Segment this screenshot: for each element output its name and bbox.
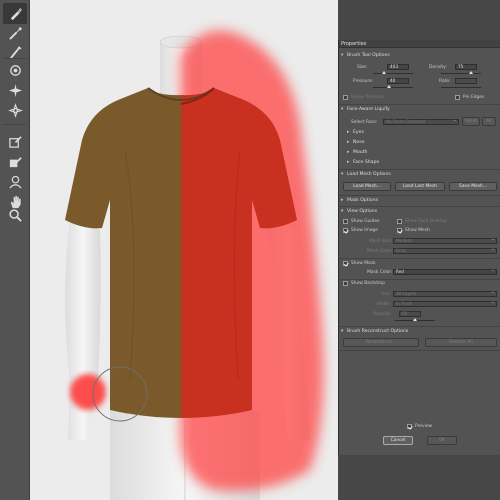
select-face-dropdown[interactable]: No Faces Detected bbox=[383, 118, 459, 125]
face-shape-item[interactable]: ▸ Face Shape bbox=[347, 159, 379, 166]
preview-checkbox[interactable] bbox=[407, 424, 412, 429]
pressure-label: Pressure: bbox=[353, 79, 374, 84]
mask-color-select[interactable]: Red bbox=[393, 268, 497, 275]
tshirt-on-mannequin-image bbox=[65, 30, 324, 500]
show-mask-label: Show Mask bbox=[351, 261, 376, 266]
push-left-icon bbox=[8, 136, 22, 148]
size-label: Size: bbox=[357, 65, 368, 70]
show-mesh-checkbox[interactable] bbox=[397, 228, 402, 233]
density-field[interactable]: 75 bbox=[455, 64, 477, 70]
stylus-pressure-label: Stylus Pressure bbox=[351, 95, 385, 100]
reset-face-button[interactable]: Reset bbox=[462, 117, 480, 126]
panel-bottom-area bbox=[338, 455, 500, 500]
size-slider[interactable] bbox=[373, 73, 413, 74]
thaw-mask-tool[interactable] bbox=[3, 171, 27, 192]
twirl-tool[interactable] bbox=[3, 60, 27, 81]
pressure-field[interactable]: 40 bbox=[387, 78, 409, 84]
section-face-aware-liquify[interactable]: ▾ Face-Aware Liquify bbox=[341, 106, 390, 113]
load-mesh-button[interactable]: Load Mesh... bbox=[343, 182, 391, 191]
load-last-mesh-button[interactable]: Load Last Mesh bbox=[395, 182, 445, 191]
density-slider-thumb[interactable] bbox=[469, 71, 473, 74]
mesh-size-label: Mesh Size: bbox=[369, 239, 393, 244]
liquify-toolbar bbox=[0, 0, 30, 500]
twirl-icon bbox=[9, 65, 21, 76]
liquify-preview-canvas[interactable] bbox=[30, 0, 338, 500]
rate-field[interactable] bbox=[455, 78, 477, 84]
density-label: Density: bbox=[429, 65, 447, 70]
panel-gutter bbox=[338, 0, 500, 40]
select-face-label: Select Face: bbox=[351, 120, 378, 125]
show-face-overlay-checkbox[interactable] bbox=[397, 219, 402, 224]
section-load-mesh-options[interactable]: ▾ Load Mesh Options bbox=[341, 171, 391, 178]
rate-slider[interactable] bbox=[441, 87, 481, 88]
size-field[interactable]: 403 bbox=[387, 64, 409, 70]
ok-button[interactable]: OK bbox=[427, 436, 457, 445]
zoom-icon bbox=[8, 209, 22, 222]
show-guides-label: Show Guides bbox=[351, 219, 380, 224]
face-nose-item[interactable]: ▸ Nose bbox=[347, 139, 364, 146]
forward-warp-icon bbox=[10, 7, 22, 21]
pressure-slider[interactable] bbox=[373, 87, 413, 88]
pin-edges-checkbox[interactable] bbox=[455, 95, 460, 100]
section-brush-reconstruct-options[interactable]: ▾ Brush Reconstruct Options bbox=[341, 328, 408, 335]
properties-panel: Properties ▾ Brush Tool Options Size: 403… bbox=[338, 40, 500, 455]
mask-color-label: Mask Color: bbox=[367, 270, 393, 275]
mesh-color-select[interactable]: Gray bbox=[393, 247, 497, 254]
section-brush-tool-options[interactable]: ▾ Brush Tool Options bbox=[341, 52, 390, 59]
show-image-label: Show Image bbox=[351, 228, 378, 233]
cancel-button[interactable]: Cancel bbox=[383, 436, 413, 445]
show-backdrop-checkbox[interactable] bbox=[343, 281, 348, 286]
show-face-overlay-label: Show Face Overlay bbox=[405, 219, 447, 224]
opacity-field[interactable]: 50 bbox=[399, 311, 421, 317]
pucker-icon bbox=[8, 83, 22, 98]
show-guides-checkbox[interactable] bbox=[343, 219, 348, 224]
save-mesh-button[interactable]: Save Mesh... bbox=[449, 182, 497, 191]
all-face-button[interactable]: All bbox=[482, 117, 496, 126]
pin-edges-label: Pin Edges bbox=[463, 95, 485, 100]
density-slider[interactable] bbox=[441, 73, 481, 74]
pucker-tool[interactable] bbox=[3, 80, 27, 101]
reconstruct-icon bbox=[8, 27, 22, 40]
face-mouth-item[interactable]: ▸ Mouth bbox=[347, 149, 367, 156]
mode-select[interactable]: In Front bbox=[393, 300, 497, 307]
push-left-tool[interactable] bbox=[3, 131, 27, 152]
freeze-mask-tool[interactable] bbox=[3, 151, 27, 172]
show-backdrop-label: Show Backdrop bbox=[351, 281, 385, 286]
show-mesh-label: Show Mesh bbox=[405, 228, 430, 233]
mesh-size-select[interactable]: Medium bbox=[393, 237, 497, 244]
show-mask-checkbox[interactable] bbox=[343, 261, 348, 266]
opacity-slider-thumb[interactable] bbox=[413, 318, 417, 321]
size-slider-thumb[interactable] bbox=[382, 71, 386, 74]
forward-warp-tool[interactable] bbox=[3, 3, 27, 24]
face-eyes-item[interactable]: ▸ Eyes bbox=[347, 129, 364, 136]
use-select[interactable]: All Layers bbox=[393, 290, 497, 297]
bloat-icon bbox=[7, 103, 23, 118]
bloat-tool[interactable] bbox=[3, 100, 27, 121]
face-icon bbox=[8, 175, 22, 189]
section-mask-options[interactable]: ▸ Mask Options bbox=[341, 197, 378, 204]
pressure-slider-thumb[interactable] bbox=[387, 85, 391, 88]
section-view-options[interactable]: ▾ View Options bbox=[341, 208, 377, 215]
use-label: Use: bbox=[381, 292, 391, 297]
preview-label: Preview bbox=[415, 424, 433, 429]
panel-title: Properties bbox=[339, 40, 500, 48]
reconstruct-tool[interactable] bbox=[3, 23, 27, 44]
opacity-label: Opacity: bbox=[373, 312, 392, 317]
reconstruct-button[interactable]: Reconstruct... bbox=[343, 338, 419, 347]
show-image-checkbox[interactable] bbox=[343, 228, 348, 233]
stylus-pressure-checkbox[interactable] bbox=[343, 95, 348, 100]
mode-label: Mode: bbox=[377, 302, 391, 307]
restore-all-button[interactable]: Restore All bbox=[425, 338, 497, 347]
zoom-tool[interactable] bbox=[3, 205, 27, 226]
rate-label: Rate: bbox=[439, 79, 451, 84]
mesh-color-label: Mesh Color: bbox=[367, 249, 393, 254]
freeze-mask-icon bbox=[9, 157, 22, 168]
